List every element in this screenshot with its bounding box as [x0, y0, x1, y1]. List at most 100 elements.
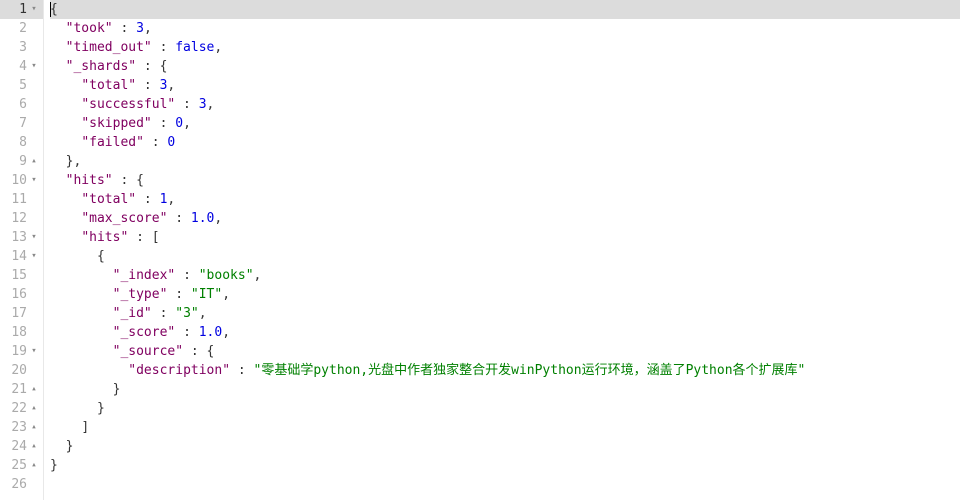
line-number: 20 [7, 361, 27, 380]
gutter-line: 8 [0, 133, 43, 152]
code-line[interactable]: "_index" : "books", [50, 266, 960, 285]
fold-close-icon[interactable]: ▴ [29, 152, 39, 171]
code-line[interactable]: { [50, 0, 960, 19]
token-bool: false [175, 40, 214, 55]
code-line[interactable]: "took" : 3, [50, 19, 960, 38]
token-punct: : { [136, 59, 167, 74]
code-editor[interactable]: 1▾234▾56789▴10▾111213▾14▾1516171819▾2021… [0, 0, 960, 500]
token-punct: , [199, 306, 207, 321]
gutter-line: 25▴ [0, 456, 43, 475]
code-line[interactable]: }, [50, 152, 960, 171]
indent [50, 287, 113, 302]
fold-close-icon[interactable]: ▴ [29, 456, 39, 475]
token-key: "took" [66, 21, 113, 36]
token-punct: , [167, 192, 175, 207]
token-punct: } [97, 401, 105, 416]
fold-close-icon[interactable]: ▴ [29, 399, 39, 418]
line-number: 3 [7, 38, 27, 57]
gutter-line: 11 [0, 190, 43, 209]
code-line[interactable]: "timed_out" : false, [50, 38, 960, 57]
token-key: "timed_out" [66, 40, 152, 55]
gutter-line: 14▾ [0, 247, 43, 266]
indent [50, 21, 66, 36]
line-number: 16 [7, 285, 27, 304]
token-punct: : [152, 116, 175, 131]
token-punct: , [183, 116, 191, 131]
token-punct: ] [81, 420, 89, 435]
code-line[interactable]: "_source" : { [50, 342, 960, 361]
token-key: "total" [81, 192, 136, 207]
token-string: "零基础学python,光盘中作者独家整合开发winPython运行环境，涵盖了… [254, 363, 806, 378]
token-punct: : [ [128, 230, 159, 245]
indent [50, 382, 113, 397]
token-punct: } [50, 458, 58, 473]
token-key: "_index" [113, 268, 176, 283]
line-number: 8 [7, 133, 27, 152]
code-area[interactable]: { "took" : 3, "timed_out" : false, "_sha… [44, 0, 960, 500]
gutter-line: 26 [0, 475, 43, 494]
gutter-line: 22▴ [0, 399, 43, 418]
fold-close-icon[interactable]: ▴ [29, 437, 39, 456]
code-line[interactable]: "successful" : 3, [50, 95, 960, 114]
fold-close-icon[interactable]: ▴ [29, 418, 39, 437]
code-line[interactable]: "failed" : 0 [50, 133, 960, 152]
fold-open-icon[interactable]: ▾ [29, 247, 39, 266]
code-line[interactable]: "skipped" : 0, [50, 114, 960, 133]
code-line[interactable]: "_score" : 1.0, [50, 323, 960, 342]
indent [50, 116, 81, 131]
fold-open-icon[interactable]: ▾ [29, 0, 39, 19]
code-line[interactable]: { [50, 247, 960, 266]
token-string: "IT" [191, 287, 222, 302]
fold-open-icon[interactable]: ▾ [29, 342, 39, 361]
token-number: 3 [199, 97, 207, 112]
gutter-line: 16 [0, 285, 43, 304]
code-line[interactable]: "description" : "零基础学python,光盘中作者独家整合开发w… [50, 361, 960, 380]
line-number: 24 [7, 437, 27, 456]
line-number: 2 [7, 19, 27, 38]
gutter-line: 12 [0, 209, 43, 228]
indent [50, 344, 113, 359]
gutter-line: 13▾ [0, 228, 43, 247]
fold-close-icon[interactable]: ▴ [29, 380, 39, 399]
line-number: 12 [7, 209, 27, 228]
token-punct: , [167, 78, 175, 93]
line-number: 15 [7, 266, 27, 285]
line-number: 14 [7, 247, 27, 266]
line-number: 13 [7, 228, 27, 247]
code-line[interactable]: "_shards" : { [50, 57, 960, 76]
code-line[interactable]: ] [50, 418, 960, 437]
code-line[interactable]: } [50, 437, 960, 456]
gutter-line: 15 [0, 266, 43, 285]
indent [50, 230, 81, 245]
code-line[interactable]: } [50, 380, 960, 399]
code-line[interactable]: } [50, 399, 960, 418]
code-line[interactable]: "hits" : { [50, 171, 960, 190]
code-line[interactable]: "total" : 1, [50, 190, 960, 209]
code-line[interactable]: "total" : 3, [50, 76, 960, 95]
gutter-line: 2 [0, 19, 43, 38]
code-line[interactable]: "hits" : [ [50, 228, 960, 247]
code-line[interactable]: "max_score" : 1.0, [50, 209, 960, 228]
line-number: 18 [7, 323, 27, 342]
code-line[interactable]: "_type" : "IT", [50, 285, 960, 304]
gutter-line: 10▾ [0, 171, 43, 190]
token-key: "successful" [81, 97, 175, 112]
token-punct: : { [113, 173, 144, 188]
token-string: "books" [199, 268, 254, 283]
line-number: 1 [7, 0, 27, 19]
gutter-line: 4▾ [0, 57, 43, 76]
fold-open-icon[interactable]: ▾ [29, 228, 39, 247]
indent [50, 420, 81, 435]
token-punct: , [254, 268, 262, 283]
gutter-line: 23▴ [0, 418, 43, 437]
code-line[interactable]: } [50, 456, 960, 475]
code-line[interactable]: "_id" : "3", [50, 304, 960, 323]
token-punct: , [222, 287, 230, 302]
token-punct: : [167, 287, 190, 302]
code-line[interactable] [50, 475, 960, 494]
indent [50, 97, 81, 112]
fold-open-icon[interactable]: ▾ [29, 57, 39, 76]
line-number: 5 [7, 76, 27, 95]
fold-open-icon[interactable]: ▾ [29, 171, 39, 190]
indent [50, 268, 113, 283]
